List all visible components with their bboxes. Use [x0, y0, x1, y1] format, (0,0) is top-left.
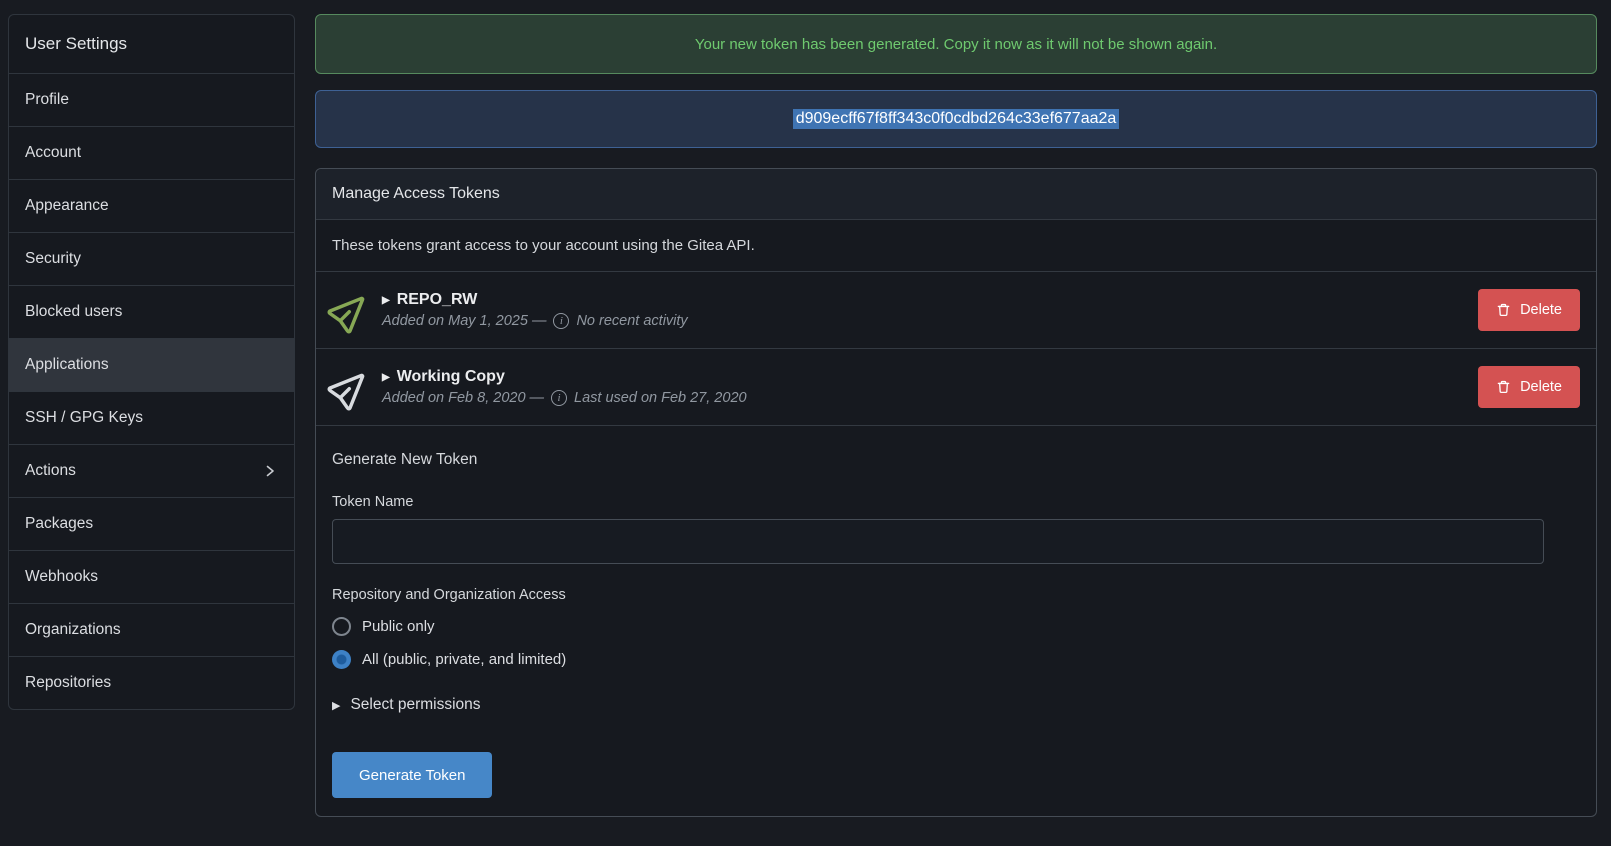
token-meta: Added on Feb 8, 2020 — i Last used on Fe… [382, 390, 1478, 406]
delete-token-button[interactable]: Delete [1478, 366, 1580, 408]
token-row: ▶ REPO_RW Added on May 1, 2025 — i No re… [316, 272, 1596, 349]
new-token-display[interactable]: d909ecff67f8ff343c0f0cdbd264c33ef677aa2a [315, 90, 1597, 148]
sidebar-item-label: Repositories [25, 674, 111, 692]
access-scope-label: Repository and Organization Access [332, 587, 1580, 603]
access-tokens-panel: Manage Access Tokens These tokens grant … [315, 168, 1597, 817]
panel-title: Manage Access Tokens [316, 169, 1596, 220]
sidebar-item-actions[interactable]: Actions [9, 444, 294, 497]
radio-option-all-access[interactable]: All (public, private, and limited) [332, 650, 566, 669]
token-name-toggle[interactable]: ▶ Working Copy [382, 368, 1478, 386]
token-name-label: Token Name [332, 494, 1580, 510]
sidebar-item-label: Applications [25, 356, 109, 374]
info-icon: i [551, 390, 567, 406]
token-added-text: Added on Feb 8, 2020 — [382, 390, 544, 406]
sidebar-item-label: Blocked users [25, 303, 122, 321]
token-activity-text: Last used on Feb 27, 2020 [574, 390, 747, 406]
token-value-selected-text[interactable]: d909ecff67f8ff343c0f0cdbd264c33ef677aa2a [793, 109, 1120, 129]
sidebar-item-profile[interactable]: Profile [9, 73, 294, 126]
sidebar-item-organizations[interactable]: Organizations [9, 603, 294, 656]
radio-label: All (public, private, and limited) [362, 651, 566, 668]
trash-icon [1496, 379, 1511, 395]
token-name-toggle[interactable]: ▶ REPO_RW [382, 291, 1478, 309]
chevron-right-icon [262, 463, 278, 479]
sidebar-item-label: Account [25, 144, 81, 162]
success-banner: Your new token has been generated. Copy … [315, 14, 1597, 74]
sidebar-item-label: Profile [25, 91, 69, 109]
delete-button-label: Delete [1520, 302, 1562, 318]
sidebar-item-appearance[interactable]: Appearance [9, 179, 294, 232]
delete-button-label: Delete [1520, 379, 1562, 395]
collapsed-triangle-icon: ▶ [382, 372, 390, 383]
radio-button[interactable] [332, 617, 351, 636]
select-permissions-toggle[interactable]: ▶ Select permissions [332, 696, 481, 714]
sidebar-item-ssh-gpg-keys[interactable]: SSH / GPG Keys [9, 391, 294, 444]
page-layout: User Settings Profile Account Appearance… [0, 0, 1611, 817]
sidebar-item-security[interactable]: Security [9, 232, 294, 285]
sidebar-item-label: Webhooks [25, 568, 98, 586]
generate-token-section: Generate New Token Token Name Repository… [316, 426, 1596, 816]
sidebar-item-label: Packages [25, 515, 93, 533]
sidebar-item-packages[interactable]: Packages [9, 497, 294, 550]
sidebar-item-label: SSH / GPG Keys [25, 409, 143, 427]
token-name-input[interactable] [332, 519, 1544, 564]
sidebar-item-label: Security [25, 250, 81, 268]
delete-token-button[interactable]: Delete [1478, 289, 1580, 331]
token-row-text: ▶ REPO_RW Added on May 1, 2025 — i No re… [382, 291, 1478, 329]
panel-description: These tokens grant access to your accoun… [316, 220, 1596, 272]
radio-button[interactable] [332, 650, 351, 669]
settings-sidebar: User Settings Profile Account Appearance… [8, 14, 295, 710]
token-name: REPO_RW [397, 291, 478, 309]
token-added-text: Added on May 1, 2025 — [382, 313, 546, 329]
token-row-text: ▶ Working Copy Added on Feb 8, 2020 — i … [382, 368, 1478, 406]
sidebar-item-applications[interactable]: Applications [9, 338, 294, 391]
trash-icon [1496, 302, 1511, 318]
radio-option-public-only[interactable]: Public only [332, 617, 435, 636]
sidebar-item-label: Organizations [25, 621, 121, 639]
token-meta: Added on May 1, 2025 — i No recent activ… [382, 313, 1478, 329]
radio-label: Public only [362, 618, 435, 635]
generate-token-button[interactable]: Generate Token [332, 752, 492, 798]
paper-plane-icon [324, 284, 376, 336]
collapsed-triangle-icon: ▶ [332, 699, 340, 712]
select-permissions-label: Select permissions [350, 696, 480, 714]
info-icon: i [553, 313, 569, 329]
token-activity-text: No recent activity [576, 313, 687, 329]
sidebar-title: User Settings [9, 15, 294, 73]
token-row: ▶ Working Copy Added on Feb 8, 2020 — i … [316, 349, 1596, 426]
collapsed-triangle-icon: ▶ [382, 295, 390, 306]
token-name: Working Copy [397, 368, 505, 386]
sidebar-item-label: Actions [25, 462, 76, 480]
main-content: Your new token has been generated. Copy … [315, 14, 1597, 817]
sidebar-item-repositories[interactable]: Repositories [9, 656, 294, 709]
sidebar-item-account[interactable]: Account [9, 126, 294, 179]
success-banner-text: Your new token has been generated. Copy … [695, 36, 1217, 53]
sidebar-item-blocked-users[interactable]: Blocked users [9, 285, 294, 338]
sidebar-item-webhooks[interactable]: Webhooks [9, 550, 294, 603]
paper-plane-icon [324, 361, 376, 413]
generate-token-heading: Generate New Token [332, 451, 1580, 469]
sidebar-item-label: Appearance [25, 197, 109, 215]
